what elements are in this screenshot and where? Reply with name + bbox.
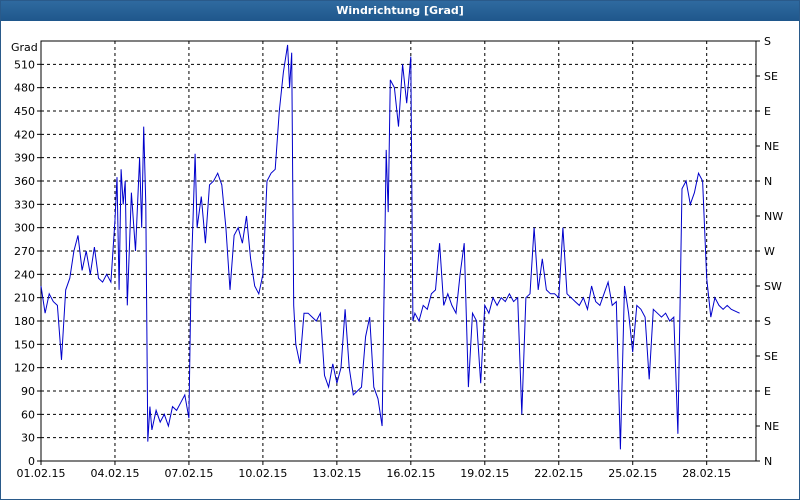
x-tick-label: 25.02.15 bbox=[608, 467, 657, 480]
y-tick-label: 120 bbox=[14, 362, 35, 375]
x-tick-label: 22.02.15 bbox=[534, 467, 583, 480]
y-tick-label: 450 bbox=[14, 105, 35, 118]
x-tick-label: 10.02.15 bbox=[238, 467, 287, 480]
y-tick-label: 150 bbox=[14, 338, 35, 351]
right-tick-label: W bbox=[764, 245, 775, 258]
y-axis: 0306090120150180210240270300330360390420… bbox=[14, 58, 41, 468]
chart-svg: 0306090120150180210240270300330360390420… bbox=[11, 35, 783, 480]
right-tick-label: N bbox=[764, 175, 772, 188]
x-tick-label: 07.02.15 bbox=[164, 467, 213, 480]
right-tick-label: SW bbox=[764, 280, 782, 293]
x-tick-label: 01.02.15 bbox=[17, 467, 66, 480]
y-tick-label: 420 bbox=[14, 128, 35, 141]
y-tick-label: 240 bbox=[14, 268, 35, 281]
right-tick-label: S bbox=[764, 35, 771, 48]
y-tick-label: 300 bbox=[14, 222, 35, 235]
y-tick-label: 210 bbox=[14, 292, 35, 305]
right-tick-label: NE bbox=[764, 420, 779, 433]
y-tick-label: 30 bbox=[21, 432, 35, 445]
y-axis-label: Grad bbox=[11, 41, 38, 54]
y-tick-label: 510 bbox=[14, 58, 35, 71]
y-tick-label: 330 bbox=[14, 198, 35, 211]
y-tick-label: 360 bbox=[14, 175, 35, 188]
y-tick-label: 480 bbox=[14, 82, 35, 95]
y-tick-label: 270 bbox=[14, 245, 35, 258]
right-tick-label: N bbox=[764, 455, 772, 468]
x-tick-label: 04.02.15 bbox=[90, 467, 139, 480]
x-tick-label: 19.02.15 bbox=[460, 467, 509, 480]
x-tick-label: 13.02.15 bbox=[312, 467, 361, 480]
x-tick-label: 16.02.15 bbox=[386, 467, 435, 480]
y-tick-label: 180 bbox=[14, 315, 35, 328]
right-tick-label: SE bbox=[764, 350, 778, 363]
right-axis: N NE E SE S SW W NW N NE E SE S bbox=[756, 35, 783, 468]
right-tick-label: SE bbox=[764, 70, 778, 83]
right-tick-label: E bbox=[764, 385, 771, 398]
x-tick-label: 28.02.15 bbox=[682, 467, 731, 480]
y-tick-label: 60 bbox=[21, 408, 35, 421]
right-tick-label: S bbox=[764, 315, 771, 328]
y-tick-label: 90 bbox=[21, 385, 35, 398]
y-tick-label: 390 bbox=[14, 152, 35, 165]
right-tick-label: NE bbox=[764, 140, 779, 153]
chart-window: Windrichtung [Grad] 0 30 60 90 120 150 180 210 2… bbox=[0, 0, 800, 500]
right-tick-label: NW bbox=[764, 210, 783, 223]
right-tick-label: E bbox=[764, 105, 771, 118]
x-axis: 01.02.15 04.02.15 07.02.15 10.02.15 13.02.15… bbox=[17, 461, 731, 480]
